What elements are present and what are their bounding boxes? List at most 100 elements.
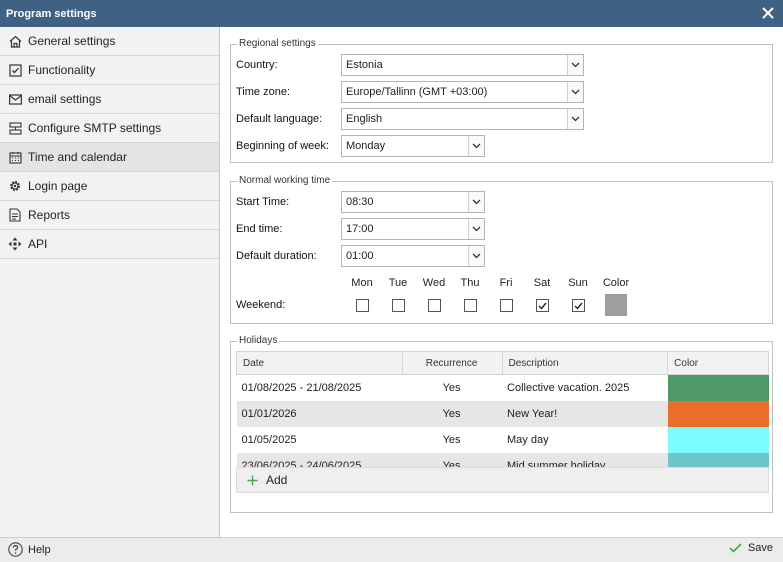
weekend-checkbox-sat[interactable] [536, 299, 549, 312]
sidebar-item-general-settings[interactable]: General settings [0, 27, 219, 56]
holidays-group: Holidays Date Recurrence Description Col… [230, 335, 773, 513]
sidebar-item-label: email settings [28, 92, 102, 106]
sidebar-item-label: Time and calendar [28, 150, 127, 164]
weekend-checkbox-wed[interactable] [428, 299, 441, 312]
regional-settings-legend: Regional settings [237, 38, 318, 49]
sidebar-item-label: Functionality [28, 63, 96, 77]
working-time-group: Normal working time Start Time: 08:30 En… [230, 175, 773, 324]
sidebar-item-reports[interactable]: Reports [0, 201, 219, 230]
default-duration-select[interactable]: 01:00 [341, 245, 485, 267]
day-header-wed: Wed [422, 277, 446, 289]
language-select[interactable]: English [341, 108, 584, 130]
sidebar-item-configure-smtp[interactable]: Configure SMTP settings [0, 114, 219, 143]
checkbox-icon [8, 63, 22, 77]
help-label: Help [28, 543, 51, 556]
holidays-table: Date Recurrence Description Color 01/08/… [236, 351, 769, 479]
help-icon [8, 542, 23, 557]
color-header: Color [602, 277, 630, 289]
chevron-down-icon[interactable] [468, 192, 484, 212]
checkmark-icon [729, 543, 742, 553]
weekend-checkbox-fri[interactable] [500, 299, 513, 312]
weekend-color-swatch[interactable] [605, 294, 627, 316]
holiday-recurrence: Yes [442, 381, 461, 394]
sidebar-item-email-settings[interactable]: email settings [0, 85, 219, 114]
add-holiday-button[interactable]: Add [236, 467, 769, 493]
holiday-color [667, 374, 769, 401]
column-header-recurrence[interactable]: Recurrence [401, 351, 503, 375]
sidebar: General settings Functionality email set… [0, 27, 220, 537]
sidebar-item-api[interactable]: API [0, 230, 219, 259]
table-row[interactable]: 01/01/2026 Yes New Year! [236, 400, 769, 427]
chevron-down-icon[interactable] [468, 219, 484, 239]
sidebar-item-login-page[interactable]: Login page [0, 172, 219, 201]
holiday-date: 01/08/2025 - 21/08/2025 [241, 381, 362, 394]
day-header-sat: Sat [533, 277, 551, 289]
timezone-label: Time zone: [236, 86, 291, 98]
sidebar-item-functionality[interactable]: Functionality [0, 56, 219, 85]
footer-bar: Help Save [0, 537, 783, 562]
language-label: Default language: [236, 113, 323, 125]
weekend-label: Weekend: [236, 299, 286, 311]
week-start-label: Beginning of week: [236, 140, 329, 152]
sidebar-item-time-and-calendar[interactable]: Time and calendar [0, 143, 219, 172]
start-time-value: 08:30 [346, 196, 374, 208]
column-header-color[interactable]: Color [667, 351, 769, 375]
move-arrows-icon [8, 237, 22, 251]
default-duration-value: 01:00 [346, 250, 374, 262]
save-button[interactable]: Save [729, 542, 773, 554]
save-label: Save [747, 542, 773, 554]
table-row[interactable]: 01/08/2025 - 21/08/2025 Yes Collective v… [237, 374, 769, 401]
holiday-description: May day [507, 433, 549, 446]
end-time-label: End time: [236, 223, 283, 235]
default-duration-label: Default duration: [236, 250, 317, 262]
timezone-value: Europe/Tallinn (GMT +03:00) [346, 86, 488, 98]
column-header-description[interactable]: Description [501, 351, 669, 375]
server-icon [8, 121, 22, 135]
holiday-date: 01/01/2026 [236, 400, 403, 427]
holidays-legend: Holidays [237, 335, 280, 346]
plus-icon [247, 475, 258, 486]
sidebar-item-label: API [28, 237, 48, 251]
chevron-down-icon[interactable] [468, 246, 484, 266]
weekend-checkbox-sun[interactable] [572, 299, 585, 312]
sidebar-item-label: Configure SMTP settings [28, 121, 162, 135]
end-time-select[interactable]: 17:00 [341, 218, 485, 240]
table-row[interactable]: 01/05/2025 Yes May day [237, 426, 769, 453]
main-panel: Regional settings Country: Estonia Time … [221, 27, 783, 537]
start-time-select[interactable]: 08:30 [341, 191, 485, 213]
chevron-down-icon[interactable] [567, 55, 583, 75]
regional-settings-group: Regional settings Country: Estonia Time … [230, 38, 773, 163]
day-header-fri: Fri [499, 277, 513, 289]
weekend-checkbox-mon[interactable] [356, 299, 369, 312]
day-header-mon: Mon [351, 277, 373, 289]
holiday-date: 01/05/2025 [241, 433, 297, 446]
close-icon[interactable] [759, 4, 777, 22]
weekend-checkbox-tue[interactable] [392, 299, 405, 312]
country-select[interactable]: Estonia [341, 54, 584, 76]
start-time-label: Start Time: [236, 196, 290, 208]
holiday-color [667, 400, 769, 427]
country-value: Estonia [346, 59, 383, 71]
envelope-icon [8, 92, 22, 106]
chevron-down-icon[interactable] [468, 136, 484, 156]
timezone-select[interactable]: Europe/Tallinn (GMT +03:00) [341, 81, 584, 103]
calendar-icon [8, 150, 22, 164]
holiday-recurrence: Yes [402, 400, 503, 427]
add-label: Add [266, 473, 288, 487]
weekend-checkbox-thu[interactable] [464, 299, 477, 312]
holiday-recurrence: Yes [442, 433, 461, 446]
day-header-tue: Tue [388, 277, 408, 289]
chevron-down-icon[interactable] [567, 109, 583, 129]
sidebar-item-label: Reports [28, 208, 71, 222]
day-header-sun: Sun [568, 277, 588, 289]
chevron-down-icon[interactable] [567, 82, 583, 102]
holiday-color [667, 426, 769, 453]
week-start-select[interactable]: Monday [341, 135, 485, 157]
end-time-value: 17:00 [346, 223, 374, 235]
column-header-date[interactable]: Date [236, 351, 403, 375]
sidebar-item-label: General settings [28, 34, 116, 48]
document-icon [8, 208, 22, 222]
week-start-value: Monday [346, 140, 386, 152]
gear-icon [8, 179, 22, 193]
help-button[interactable]: Help [8, 542, 51, 557]
